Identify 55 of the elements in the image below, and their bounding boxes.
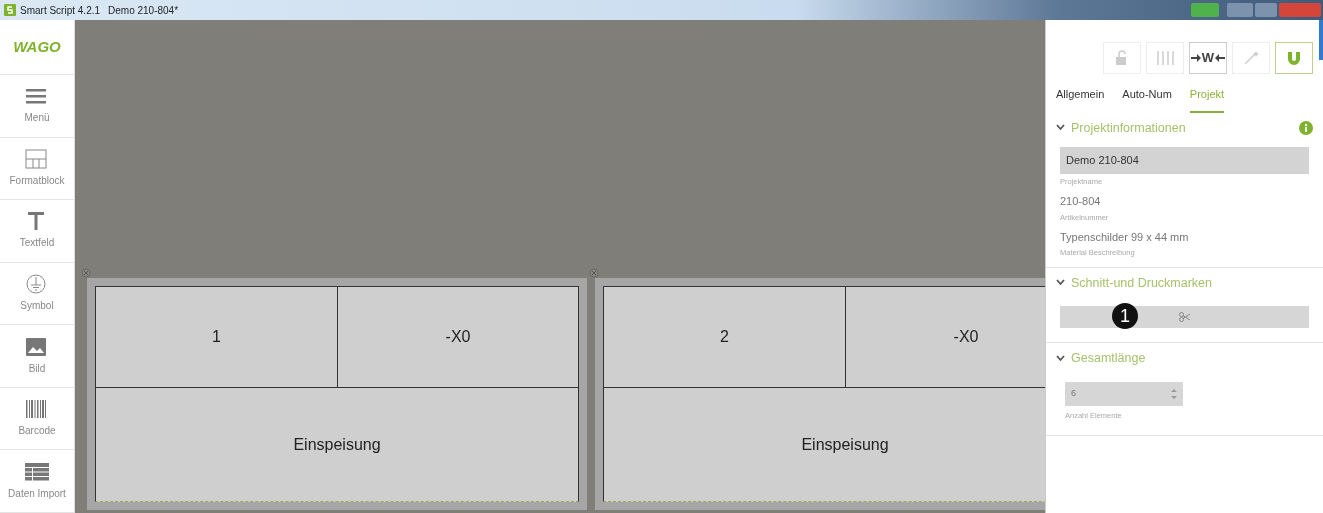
chevron-down-icon[interactable] [1056, 355, 1065, 363]
logo: WAGO [0, 20, 74, 75]
wand-icon [1242, 50, 1260, 66]
label-cell: Einspeisung [96, 387, 578, 501]
document-title: Demo 210-804* [108, 3, 179, 18]
section-title: Projektinformationen [1071, 119, 1187, 137]
upload-button[interactable] [1191, 3, 1219, 17]
ground-symbol-icon [26, 274, 46, 294]
section-title: Schnitt-und Druckmarken [1071, 274, 1214, 292]
spinner-arrows-icon [1171, 388, 1177, 400]
field-value: Typenschilder 99 x 44 mm [1060, 229, 1190, 245]
callout-badge: 1 [1112, 303, 1138, 330]
scissors-icon [1178, 312, 1191, 323]
arrow-icon [1215, 53, 1226, 63]
sidebar-item[interactable]: Barcode [0, 387, 74, 451]
toolbar-button[interactable] [1275, 42, 1313, 74]
image-icon [26, 337, 46, 356]
sidebar-item[interactable]: Symbol [0, 262, 74, 326]
fit-width-button[interactable]: W [1189, 42, 1227, 74]
arrow-icon [1190, 53, 1201, 63]
app-icon [4, 4, 16, 16]
sidebar-item[interactable]: Bild [0, 325, 74, 388]
sidebar-item[interactable]: Textfeld [0, 200, 74, 263]
field-value[interactable]: Demo 210-804 [1060, 147, 1309, 174]
chevron-down-icon[interactable] [1056, 279, 1065, 287]
minimize-button[interactable] [1227, 3, 1253, 17]
sidebar-item[interactable]: Formatblock [0, 137, 74, 201]
label-cell-text: 1 [211, 327, 222, 347]
scrollbar[interactable] [1319, 20, 1323, 60]
field-value: 210-804 [1060, 194, 1102, 209]
menu-icon [26, 89, 46, 104]
magnet-icon [1286, 50, 1302, 66]
text-icon [28, 212, 44, 231]
lock-icon [1115, 50, 1129, 66]
number-field[interactable]: 6 [1065, 382, 1183, 406]
tab[interactable]: Auto-Num [1122, 82, 1172, 113]
tab[interactable]: Allgemein [1056, 82, 1105, 113]
close-button[interactable] [1279, 3, 1321, 17]
sidebar-item[interactable]: Daten Import [0, 450, 74, 513]
label-cell-text: 2 [719, 327, 730, 347]
tab[interactable]: Projekt [1189, 82, 1225, 113]
maximize-button[interactable] [1255, 3, 1277, 17]
info-icon[interactable] [1299, 120, 1313, 135]
app-title: Smart Script 4.2.1 [20, 3, 101, 18]
barcode-icon [26, 400, 46, 419]
format-block-icon [25, 149, 47, 169]
sidebar-item[interactable]: Menü [0, 75, 74, 138]
label-cell: -X0 [337, 287, 578, 387]
table-icon [25, 462, 49, 481]
handle-icon[interactable] [81, 268, 91, 278]
handle-icon[interactable] [589, 268, 599, 278]
columns-icon [1155, 50, 1175, 66]
section-title: Gesamtlänge [1071, 350, 1147, 368]
chevron-down-icon[interactable] [1056, 124, 1065, 132]
cut-marks-button[interactable]: 1 [1060, 306, 1309, 329]
